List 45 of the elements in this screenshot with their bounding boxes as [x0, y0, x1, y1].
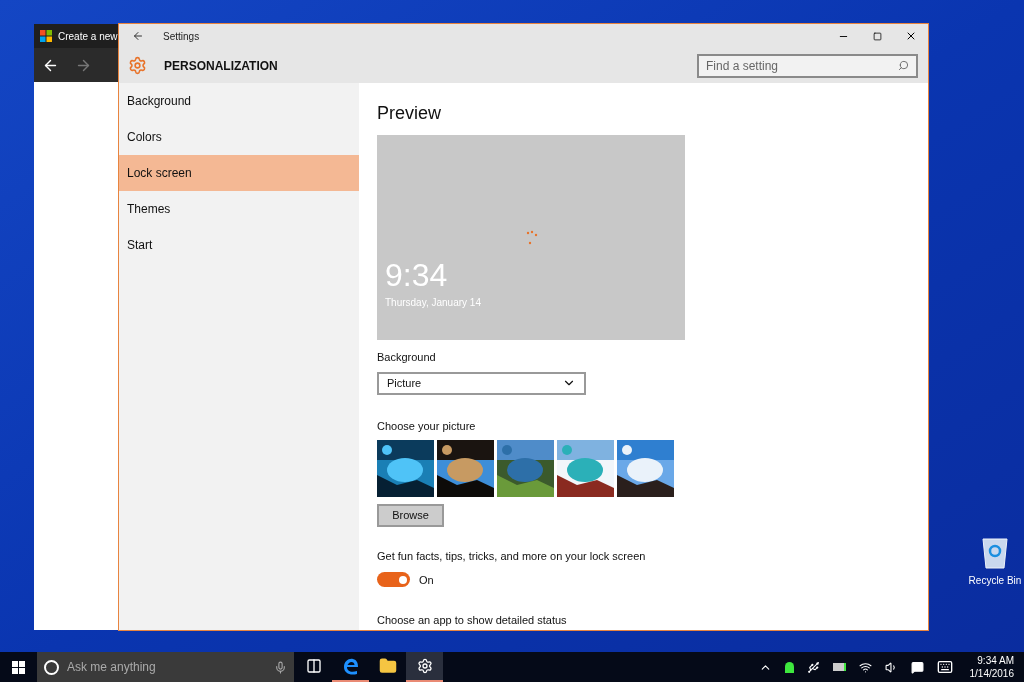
search-field[interactable]: Find a setting	[697, 53, 918, 78]
folder-icon	[378, 657, 397, 675]
gear-icon	[128, 56, 147, 75]
sidebar-item[interactable]: Background	[119, 83, 359, 119]
windows-logo-icon	[12, 660, 25, 674]
search-icon	[898, 60, 909, 71]
window-title: Settings	[163, 29, 200, 44]
field-label: Choose your picture	[377, 418, 476, 434]
loading-icon	[525, 230, 539, 246]
section-heading: Preview	[377, 102, 442, 124]
speaker-icon[interactable]	[884, 660, 898, 674]
sidebar-item[interactable]: Lock screen	[119, 155, 359, 191]
recycle-bin-icon[interactable]	[981, 537, 1009, 569]
background-dropdown[interactable]: Picture	[377, 371, 586, 395]
close-icon	[905, 30, 917, 42]
search-field[interactable]: Ask me anything	[37, 652, 294, 682]
microphone-icon	[274, 660, 287, 674]
sidebar-item[interactable]: Start	[119, 227, 359, 263]
desktop-icon-label[interactable]: Recycle Bin	[968, 573, 1022, 588]
field-label: Background	[377, 350, 436, 365]
wifi-icon[interactable]	[858, 660, 872, 674]
taskbar-app[interactable]	[406, 652, 443, 682]
keyboard-icon[interactable]	[936, 659, 953, 675]
sidebar-item[interactable]: Colors	[119, 119, 359, 155]
search-input[interactable]: Find a setting	[706, 56, 898, 75]
usb-drive-icon[interactable]	[806, 660, 820, 674]
browser-icon	[342, 657, 359, 675]
windows-logo-icon	[40, 30, 52, 42]
clock-time: 9:34 AM	[977, 654, 1014, 667]
task-view-icon	[305, 658, 322, 674]
setting-label: Choose an app to show detailed status	[377, 613, 567, 628]
action-center-icon[interactable]	[910, 660, 924, 674]
clock[interactable]: 9:34 AM 1/14/2016	[969, 654, 1014, 680]
search-input[interactable]: Ask me anything	[67, 658, 266, 676]
toggle-state: On	[419, 572, 434, 588]
setting-label: Get fun facts, tips, tricks, and more on your lock screen	[377, 549, 646, 564]
settings-icon	[416, 658, 433, 674]
cortana-icon	[44, 659, 59, 675]
page-header: PERSONALIZATION	[164, 57, 278, 75]
browse-button[interactable]: Browse	[377, 504, 444, 527]
sidebar-item[interactable]: Themes	[119, 191, 359, 227]
toggle-switch[interactable]	[377, 572, 410, 588]
battery-icon[interactable]	[832, 663, 846, 671]
maximize-icon	[872, 31, 882, 41]
clock-date: 1/14/2016	[969, 667, 1014, 680]
